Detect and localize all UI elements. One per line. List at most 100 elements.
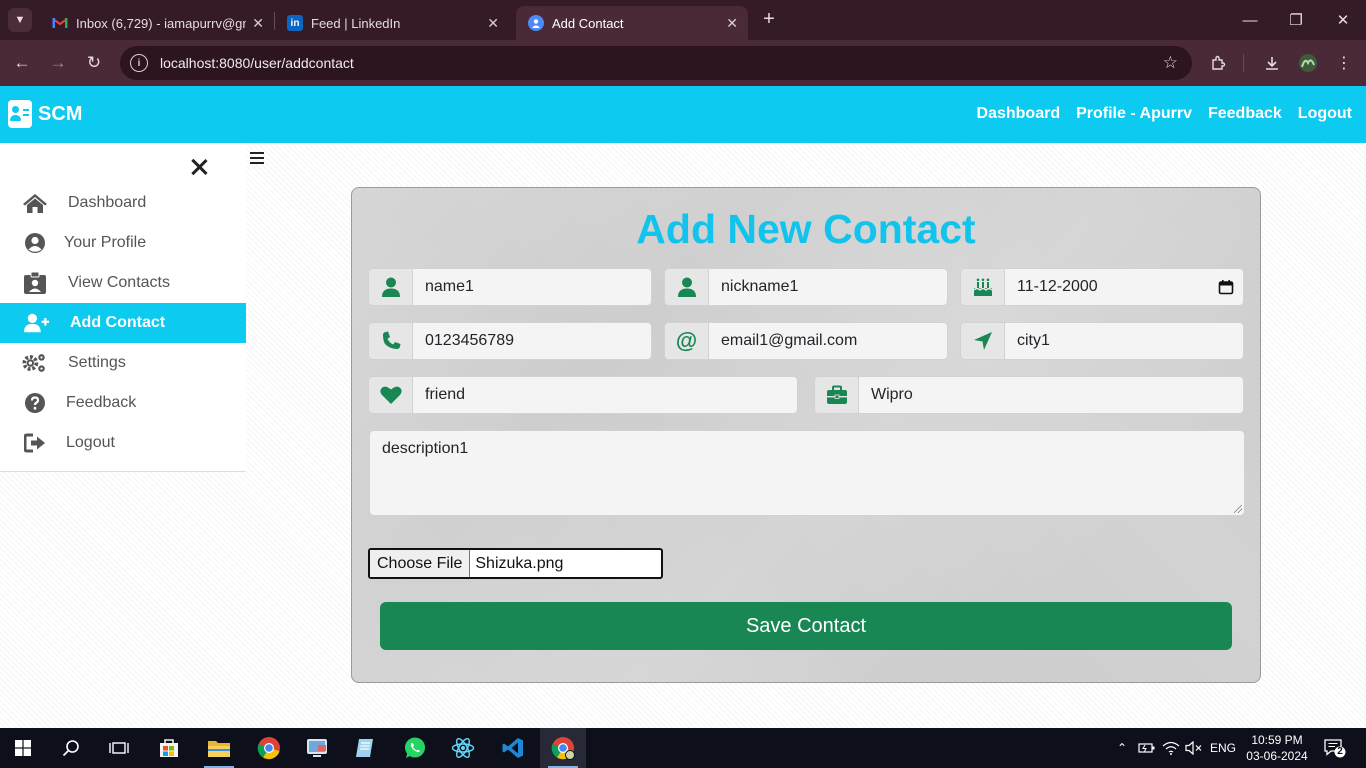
at-icon: @: [665, 323, 709, 359]
sidebar-item-label: Add Contact: [70, 314, 166, 331]
store-icon[interactable]: [146, 728, 192, 768]
chrome-active-icon[interactable]: [540, 728, 586, 768]
sidebar-item-view-contacts[interactable]: View Contacts: [0, 263, 246, 303]
dob-field[interactable]: 11-12-2000: [960, 268, 1244, 306]
sidebar-item-add-contact[interactable]: Add Contact: [0, 303, 246, 343]
home-icon: [22, 190, 48, 216]
battery-icon[interactable]: [1136, 728, 1158, 768]
whatsapp-icon[interactable]: [392, 728, 438, 768]
remote-desktop-icon[interactable]: [294, 728, 340, 768]
close-tab-icon[interactable]: ✕: [726, 15, 738, 32]
resize-handle[interactable]: [1234, 505, 1242, 513]
page-title: Add New Contact: [636, 206, 976, 252]
search-icon[interactable]: [48, 728, 94, 768]
close-window-button[interactable]: ✕: [1320, 0, 1366, 40]
browser-menu-icon[interactable]: ⋮: [1333, 52, 1355, 74]
react-icon[interactable]: [440, 728, 486, 768]
close-tab-icon[interactable]: ✕: [487, 15, 499, 32]
toggle-sidebar-icon[interactable]: [250, 152, 264, 164]
language-indicator[interactable]: ENG: [1207, 728, 1239, 768]
gears-icon: [22, 350, 48, 376]
clock-time: 10:59 PM: [1251, 733, 1303, 747]
tab-linkedin[interactable]: in Feed | LinkedIn ✕: [275, 6, 509, 40]
new-tab-button[interactable]: +: [758, 8, 780, 32]
close-tab-icon[interactable]: ✕: [252, 15, 264, 32]
email-value: email1@gmail.com: [709, 323, 947, 359]
linkedin-icon: in: [287, 15, 303, 31]
save-contact-button[interactable]: Save Contact: [380, 602, 1232, 650]
nav-profile-link[interactable]: Profile - Apurrv: [1076, 105, 1192, 123]
vscode-icon[interactable]: [490, 728, 536, 768]
location-arrow-icon: [961, 323, 1005, 359]
nickname-field[interactable]: nickname1: [664, 268, 948, 306]
sidebar-item-label: Dashboard: [68, 194, 147, 211]
notepad-icon[interactable]: [342, 728, 388, 768]
start-button[interactable]: [0, 728, 46, 768]
restore-button[interactable]: ❐: [1273, 0, 1319, 40]
tab-title: Add Contact: [552, 15, 624, 31]
address-bar[interactable]: i localhost:8080/user/addcontact ☆: [120, 46, 1192, 80]
work-field[interactable]: Wipro: [814, 376, 1244, 414]
back-button[interactable]: ←: [11, 52, 33, 74]
birthday-cake-icon: [961, 269, 1005, 305]
site-info-icon[interactable]: i: [130, 54, 148, 72]
brand-logo[interactable]: SCM: [8, 100, 82, 128]
file-explorer-icon[interactable]: [196, 728, 242, 768]
choose-file-button[interactable]: Choose File: [370, 550, 471, 577]
email-field[interactable]: @ email1@gmail.com: [664, 322, 948, 360]
minimize-button[interactable]: —: [1227, 0, 1273, 40]
chrome-icon[interactable]: [246, 728, 292, 768]
sidebar-item-label: Settings: [68, 354, 126, 371]
heart-icon: [369, 377, 413, 413]
phone-field[interactable]: 0123456789: [368, 322, 652, 360]
app-navbar: SCM Dashboard Profile - Apurrv Feedback …: [0, 86, 1366, 143]
phone-icon: [369, 323, 413, 359]
file-input[interactable]: Choose File Shizuka.png: [368, 548, 663, 579]
relation-value: friend: [413, 377, 797, 413]
address-card-icon: [8, 100, 32, 128]
volume-muted-icon[interactable]: [1183, 728, 1205, 768]
nav-feedback-link[interactable]: Feedback: [1208, 105, 1282, 123]
relation-field[interactable]: friend: [368, 376, 798, 414]
name-field[interactable]: name1: [368, 268, 652, 306]
extensions-icon[interactable]: [1207, 52, 1229, 74]
browser-tab-strip: ▼ Inbox (6,729) - iamapurrv@gmail.com ✕ …: [0, 0, 1366, 40]
user-icon: [369, 269, 413, 305]
sidebar-item-logout[interactable]: Logout: [0, 423, 246, 463]
file-name: Shizuka.png: [475, 554, 564, 572]
tab-title: Inbox (6,729) - iamapurrv@gmail.com: [76, 15, 246, 31]
wifi-icon[interactable]: [1160, 728, 1182, 768]
nav-dashboard-link[interactable]: Dashboard: [977, 105, 1061, 123]
user-icon: [665, 269, 709, 305]
work-value: Wipro: [859, 377, 1243, 413]
download-icon[interactable]: [1261, 52, 1283, 74]
briefcase-icon: [815, 377, 859, 413]
tab-search-button[interactable]: ▼: [8, 8, 32, 32]
city-field[interactable]: city1: [960, 322, 1244, 360]
task-view-icon[interactable]: [96, 728, 142, 768]
close-sidebar-icon[interactable]: [187, 155, 211, 179]
sidebar-item-profile[interactable]: Your Profile: [0, 223, 246, 263]
sidebar-item-settings[interactable]: Settings: [0, 343, 246, 383]
sidebar-item-feedback[interactable]: Feedback: [0, 383, 246, 423]
tab-add-contact[interactable]: Add Contact ✕: [516, 6, 748, 40]
bookmark-star-icon[interactable]: ☆: [1163, 53, 1178, 73]
clock-date: 03-06-2024: [1246, 749, 1308, 763]
calendar-icon[interactable]: [1209, 269, 1243, 305]
tab-gmail[interactable]: Inbox (6,729) - iamapurrv@gmail.com ✕: [40, 6, 274, 40]
notification-icon[interactable]: 2: [1324, 738, 1346, 758]
name-value: name1: [413, 269, 651, 305]
user-plus-icon: [24, 310, 50, 336]
tab-title: Feed | LinkedIn: [311, 15, 401, 31]
reload-button[interactable]: ↻: [83, 52, 105, 74]
sign-out-icon: [22, 430, 48, 456]
description-value: description1: [382, 440, 469, 457]
forward-button[interactable]: →: [47, 52, 69, 74]
url-text: localhost:8080/user/addcontact: [160, 55, 354, 71]
nav-logout-link[interactable]: Logout: [1298, 105, 1352, 123]
profile-avatar[interactable]: [1297, 52, 1319, 74]
show-hidden-icons-icon[interactable]: ⌃: [1112, 728, 1132, 768]
sidebar-item-dashboard[interactable]: Dashboard: [0, 183, 246, 223]
description-textarea[interactable]: description1: [369, 430, 1245, 516]
system-clock[interactable]: 10:59 PM 03-06-2024: [1242, 732, 1312, 764]
